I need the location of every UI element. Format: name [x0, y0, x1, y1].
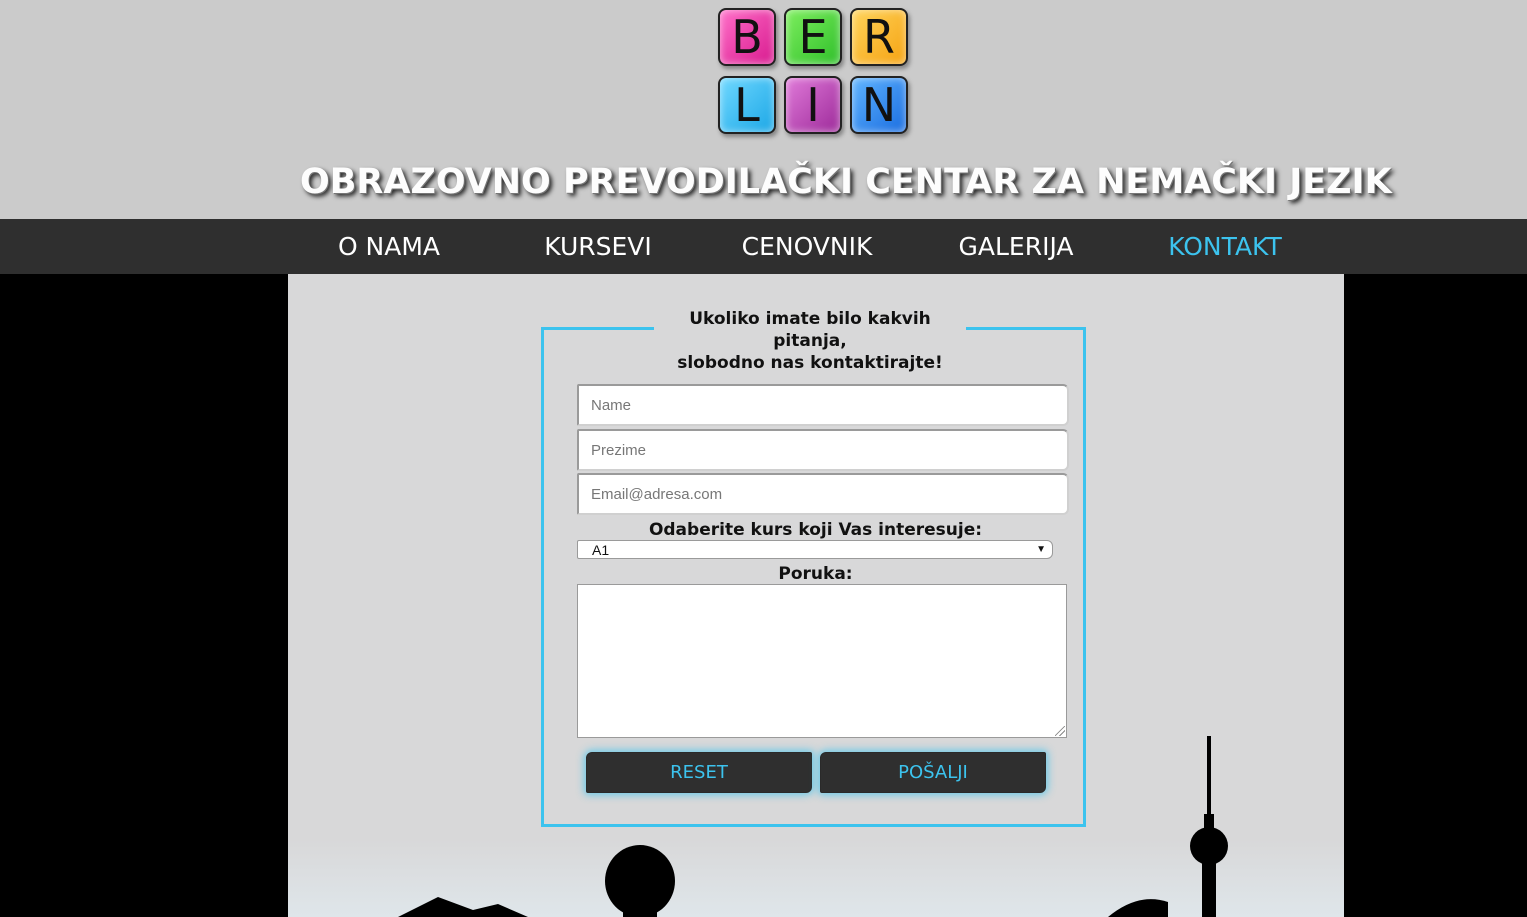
main-navigation: O NAMA KURSEVI CENOVNIK GALERIJA KONTAKT	[0, 219, 1527, 274]
logo-tile-e: E	[784, 8, 842, 66]
logo-tile-r: R	[850, 8, 908, 66]
nav-item-galerija[interactable]: GALERIJA	[911, 219, 1121, 274]
nav-item-kontakt[interactable]: KONTAKT	[1120, 219, 1330, 274]
name-input[interactable]: Name	[577, 384, 1069, 426]
course-label: Odaberite kurs koji Vas interesuje:	[648, 520, 983, 540]
nav-item-o-nama[interactable]: O NAMA	[284, 219, 494, 274]
legend-line-2: slobodno nas kontaktirajte!	[677, 353, 943, 373]
form-legend: Ukoliko imate bilo kakvih pitanja, slobo…	[654, 308, 966, 374]
logo-tile-l: L	[718, 76, 776, 134]
email-input[interactable]: Email@adresa.com	[577, 473, 1069, 515]
logo-tile-n: N	[850, 76, 908, 134]
course-select[interactable]: A1 ▼	[577, 540, 1053, 559]
site-title: OBRAZOVNO PREVODILAČKI CENTAR ZA NEMAČKI…	[300, 162, 1392, 202]
message-label: Poruka:	[778, 564, 853, 584]
logo-tile-i: I	[784, 76, 842, 134]
nav-item-kursevi[interactable]: KURSEVI	[493, 219, 703, 274]
site-header: B E R L I N OBRAZOVNO PREVODILAČKI CENTA…	[0, 0, 1527, 219]
berlin-logo[interactable]: B E R L I N	[718, 8, 914, 138]
surname-input[interactable]: Prezime	[577, 429, 1069, 471]
contact-content: Ukoliko imate bilo kakvih pitanja, slobo…	[288, 274, 1344, 917]
legend-line-1: Ukoliko imate bilo kakvih pitanja,	[689, 309, 931, 351]
reset-button[interactable]: RESET	[586, 752, 812, 793]
course-select-value: A1	[592, 541, 610, 558]
dropdown-arrow-icon: ▼	[1036, 544, 1046, 555]
logo-tile-b: B	[718, 8, 776, 66]
resize-handle-icon[interactable]	[1055, 726, 1065, 736]
send-button[interactable]: POŠALJI	[820, 752, 1046, 793]
nav-item-cenovnik[interactable]: CENOVNIK	[702, 219, 912, 274]
message-textarea[interactable]	[577, 584, 1067, 738]
